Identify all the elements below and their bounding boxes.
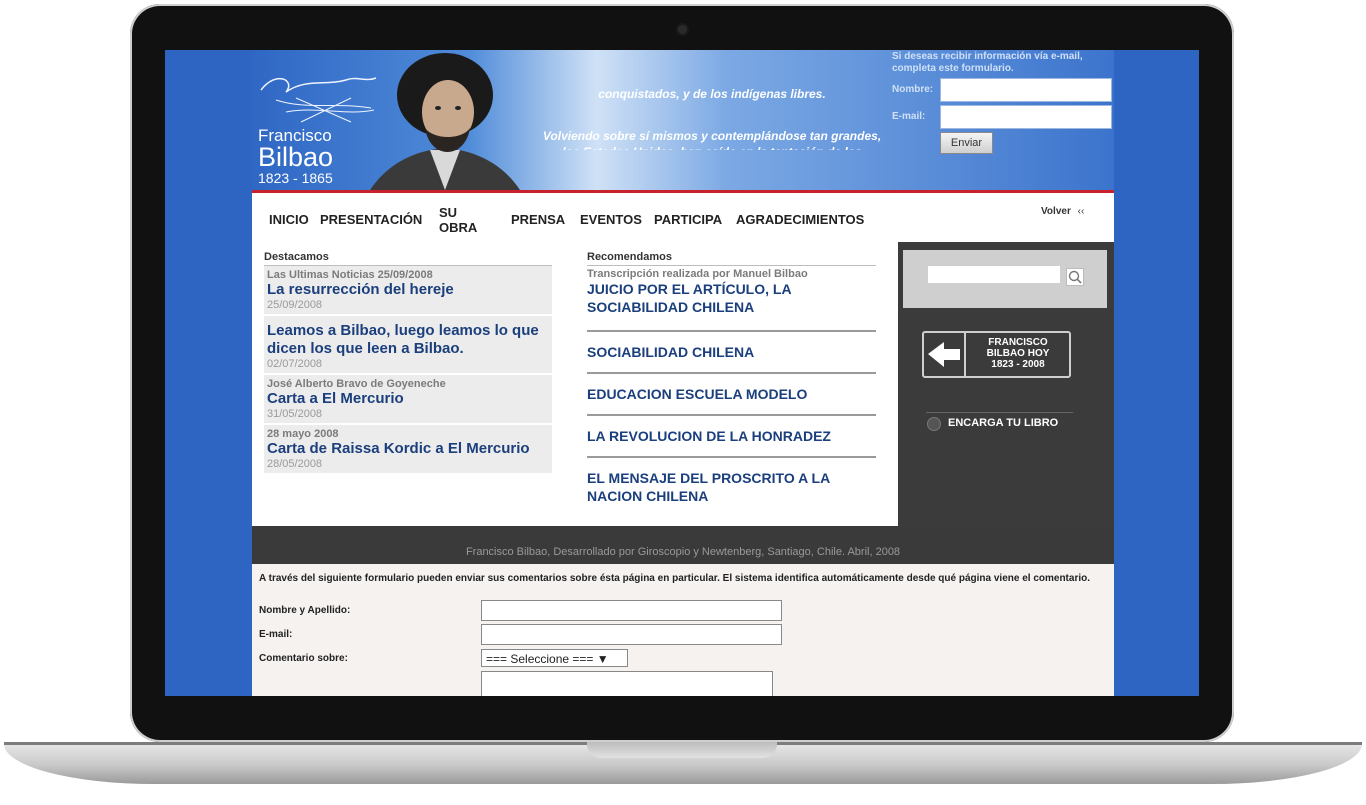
recomendamos-subtitle: Transcripción realizada por Manuel Bilba… — [587, 268, 808, 280]
comment-email-label: E-mail: — [259, 629, 293, 640]
search-button[interactable] — [1066, 268, 1084, 286]
laptop-notch — [587, 742, 777, 758]
comment-form-intro: A través del siguiente formulario pueden… — [259, 573, 1091, 584]
destacamos-source: 28 mayo 2008 — [267, 428, 339, 440]
promo-text: FRANCISCO BILBAO HOY 1823 - 2008 — [968, 337, 1068, 370]
nav-item-inicio[interactable]: INICIO — [269, 212, 309, 227]
destacamos-source: Las Ultimas Noticias 25/09/2008 — [267, 269, 433, 281]
promo-banner-button[interactable]: FRANCISCO BILBAO HOY 1823 - 2008 — [922, 331, 1071, 378]
destacamos-source: José Alberto Bravo de Goyeneche — [267, 378, 446, 390]
nav-item-su-obra[interactable]: SU OBRA — [439, 205, 489, 235]
newsletter-info: Si deseas recibir información vía e-mail… — [892, 51, 1083, 74]
comment-topic-label: Comentario sobre: — [259, 653, 348, 664]
comment-name-label: Nombre y Apellido: — [259, 605, 351, 616]
promo-arrow-area — [924, 333, 966, 376]
destacamos-item[interactable]: Las Ultimas Noticias 25/09/2008 La resur… — [264, 266, 552, 316]
nav-item-presentacion[interactable]: PRESENTACIÓN — [320, 212, 422, 227]
destacamos-link[interactable]: Carta de Raissa Kordic a El Mercurio — [267, 440, 549, 458]
destacamos-title: Destacamos — [264, 251, 329, 263]
recomendamos-link[interactable]: EDUCACION ESCUELA MODELO — [587, 374, 876, 416]
portrait-image — [370, 53, 520, 190]
recomendamos-link[interactable]: LA REVOLUCION DE LA HONRADEZ — [587, 416, 876, 458]
search-box — [903, 250, 1107, 308]
promo-line-2: BILBAO HOY — [986, 348, 1050, 359]
destacamos-date: 25/09/2008 — [267, 299, 323, 311]
order-book-link[interactable]: ENCARGA TU LIBRO — [948, 417, 1058, 429]
newsletter-name-input[interactable] — [940, 78, 1112, 102]
search-icon — [1068, 270, 1082, 284]
comment-email-input[interactable] — [481, 624, 782, 645]
newsletter-submit-button[interactable]: Enviar — [940, 132, 993, 154]
destacamos-date: 31/05/2008 — [267, 408, 323, 420]
destacamos-link[interactable]: Carta a El Mercurio — [267, 390, 549, 408]
back-link[interactable]: Volver ‹‹ — [1041, 206, 1084, 217]
destacamos-date: 28/05/2008 — [267, 458, 323, 470]
newsletter-email-input[interactable] — [940, 105, 1112, 129]
destacamos-item[interactable]: Leamos a Bilbao, luego leamos lo que dic… — [264, 316, 552, 375]
nav-item-participa[interactable]: PARTICIPA — [654, 212, 722, 227]
nav-item-prensa[interactable]: PRENSA — [511, 212, 565, 227]
destacamos-item[interactable]: 28 mayo 2008 Carta de Raissa Kordic a El… — [264, 425, 552, 475]
comment-topic-select[interactable]: === Seleccione === ▼ — [481, 649, 628, 667]
header-quote-line-1: conquistados, y de los indígenas libres. — [598, 87, 826, 101]
site-last-name: Bilbao — [258, 142, 334, 172]
recomendamos-link[interactable]: EL MENSAJE DEL PROSCRITO A LA NACION CHI… — [587, 458, 876, 505]
recomendamos-title: Recomendamos — [587, 251, 672, 263]
screen: Francisco Bilbao 1823 - 1865 conquistado… — [165, 50, 1199, 696]
site-footer: Francisco Bilbao, Desarrollado por Giros… — [252, 526, 1114, 564]
recomendamos-list: Transcripción realizada por Manuel Bilba… — [587, 268, 876, 505]
comment-form: A través del siguiente formulario pueden… — [252, 564, 1114, 696]
destacamos-link[interactable]: Leamos a Bilbao, luego leamos lo que dic… — [267, 322, 549, 358]
destacamos-date: 02/07/2008 — [267, 358, 323, 370]
recomendamos-link[interactable]: JUICIO POR EL ARTÍCULO, LA SOCIABILIDAD … — [587, 280, 876, 332]
comment-name-input[interactable] — [481, 600, 782, 621]
recomendamos-link[interactable]: SOCIABILIDAD CHILENA — [587, 332, 876, 374]
header-quote-line-2: Volviendo sobre sí mismos y contemplándo… — [542, 129, 882, 150]
bullet-icon — [927, 417, 941, 431]
destacamos-item[interactable]: José Alberto Bravo de Goyeneche Carta a … — [264, 375, 552, 425]
recomendamos-rule — [587, 265, 876, 266]
sidebar: FRANCISCO BILBAO HOY 1823 - 2008 ENCARGA… — [898, 242, 1114, 526]
newsletter-email-label: E-mail: — [892, 111, 926, 122]
site-years: 1823 - 1865 — [258, 170, 333, 186]
main-content: INICIO PRESENTACIÓN SU OBRA PRENSA EVENT… — [252, 193, 1114, 526]
footer-credits: Francisco Bilbao, Desarrollado por Giros… — [465, 546, 901, 558]
promo-line-1: FRANCISCO — [988, 337, 1048, 348]
back-label: Volver — [1041, 206, 1071, 217]
search-input[interactable] — [928, 266, 1060, 283]
destacamos-link[interactable]: La resurrección del hereje — [267, 281, 549, 299]
signature-icon — [260, 77, 377, 123]
camera-icon — [678, 25, 687, 34]
nav-item-agradecimientos[interactable]: AGRADECIMIENTOS — [736, 212, 864, 227]
back-chevron-icon: ‹‹ — [1077, 206, 1085, 217]
arrow-left-icon — [928, 342, 960, 367]
comment-textarea[interactable] — [481, 671, 773, 696]
promo-line-3: 1823 - 2008 — [991, 359, 1045, 370]
sidebar-divider — [926, 412, 1073, 413]
nav-item-eventos[interactable]: EVENTOS — [580, 212, 642, 227]
newsletter-name-label: Nombre: — [892, 84, 934, 95]
destacamos-list: Las Ultimas Noticias 25/09/2008 La resur… — [264, 266, 552, 475]
